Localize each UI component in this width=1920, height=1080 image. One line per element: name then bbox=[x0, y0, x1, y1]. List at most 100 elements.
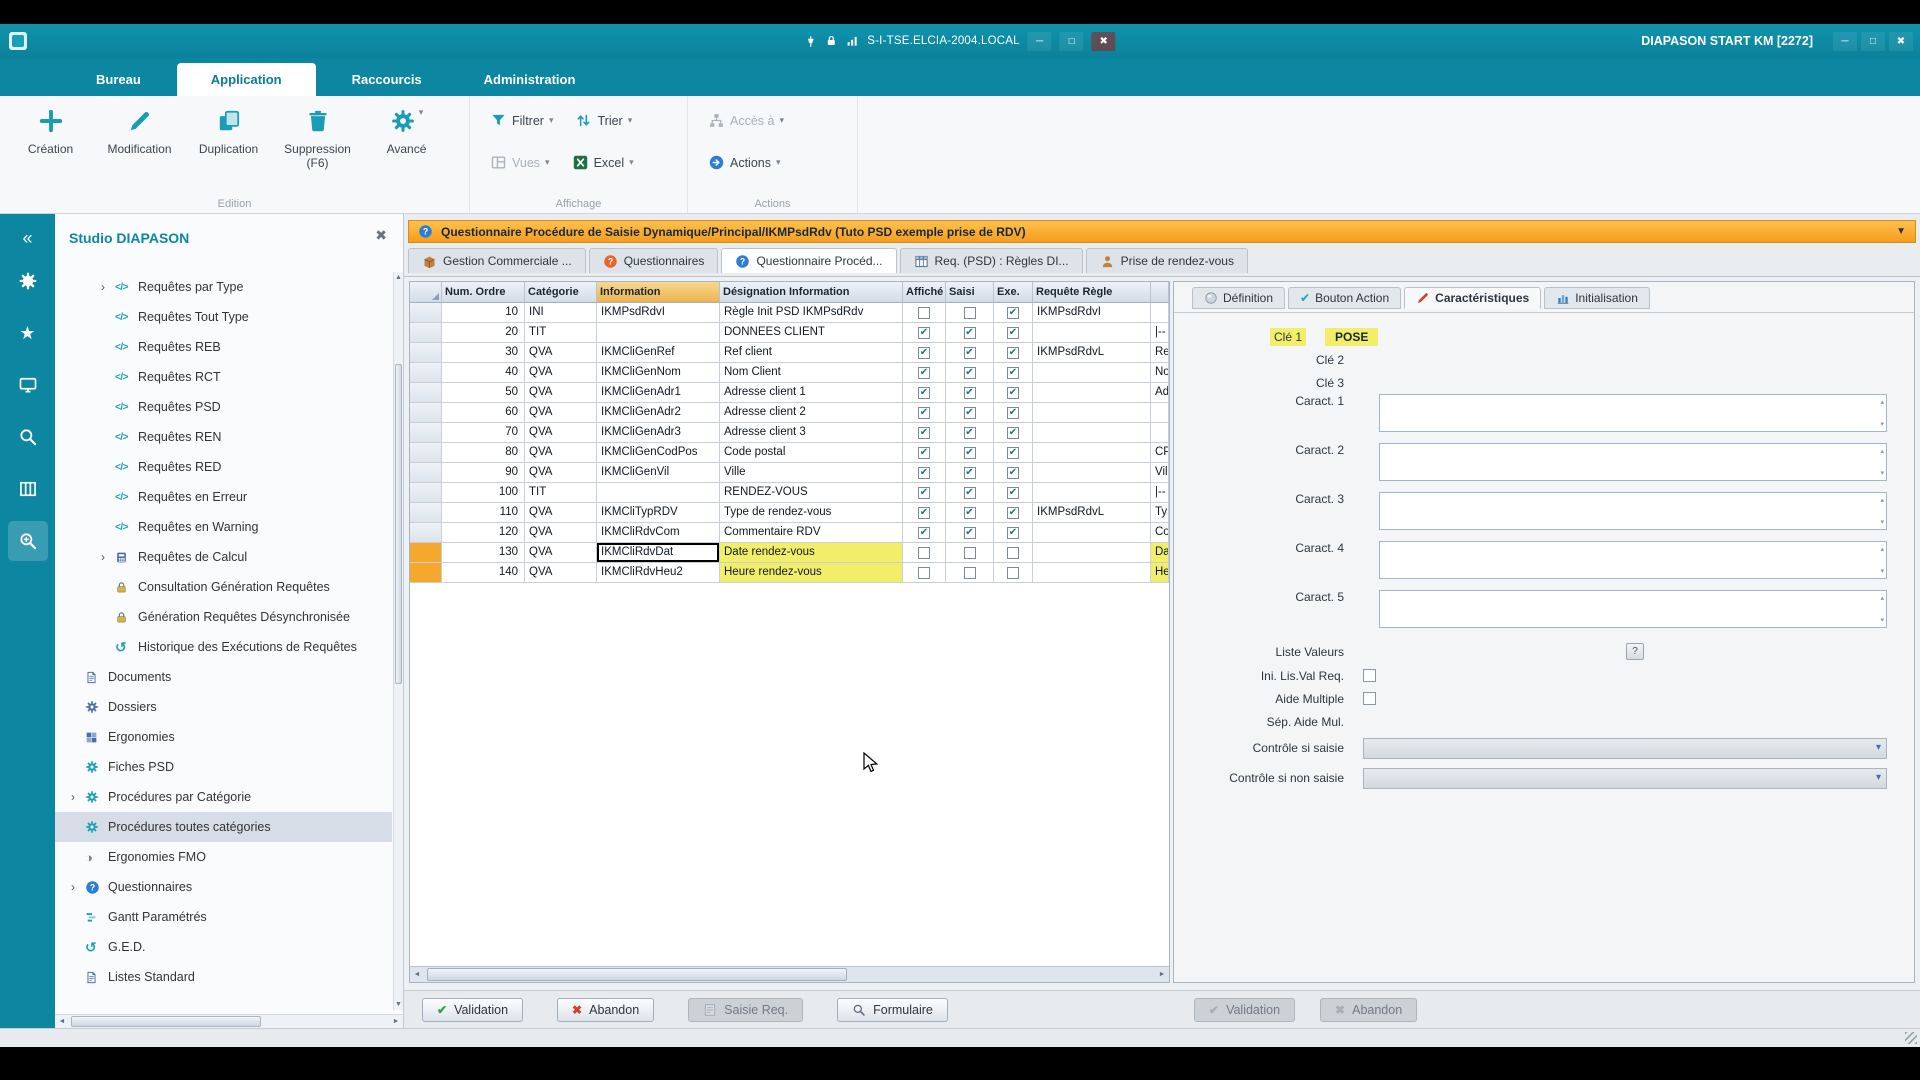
checkbox-checked[interactable]: ✔ bbox=[918, 486, 930, 499]
grid-cell-exe[interactable]: ✔ bbox=[994, 383, 1033, 403]
grid-cell-categorie[interactable]: QVA bbox=[525, 503, 597, 523]
checkbox-checked[interactable]: ✔ bbox=[963, 406, 976, 419]
grid-cell-aff[interactable]: ✔ bbox=[903, 443, 946, 463]
checkbox-checked[interactable]: ✔ bbox=[1007, 446, 1019, 459]
row-selector[interactable] bbox=[410, 523, 442, 543]
abandon-button[interactable]: ✖ Abandon bbox=[557, 997, 655, 1022]
row-selector[interactable] bbox=[410, 383, 442, 403]
grid-cell-aff[interactable] bbox=[903, 543, 946, 563]
grid-cell-extra[interactable]: Co bbox=[1151, 523, 1169, 543]
sidebar-item-requ-tes-tout-type[interactable]: </> Requêtes Tout Type bbox=[55, 302, 392, 332]
doc-tab-req-psd-r-gles-di[interactable]: Req. (PSD) : Règles DI... bbox=[899, 248, 1083, 273]
checkbox-unchecked[interactable] bbox=[1363, 669, 1376, 682]
grid-cell-regle[interactable] bbox=[1033, 363, 1151, 383]
row-selector[interactable] bbox=[410, 343, 442, 363]
grid-cell-aff[interactable]: ✔ bbox=[903, 383, 946, 403]
scroll-down-icon[interactable]: ▼ bbox=[394, 1001, 403, 1008]
grid-cell-categorie[interactable]: QVA bbox=[525, 423, 597, 443]
scroll-right-icon[interactable]: ► bbox=[389, 1015, 403, 1028]
checkbox-unchecked[interactable] bbox=[1007, 566, 1019, 579]
grid-corner-cell[interactable] bbox=[410, 282, 442, 303]
grid-cell-ordre[interactable]: 130 bbox=[442, 543, 525, 563]
menu-tab-raccourcis[interactable]: Raccourcis bbox=[326, 63, 448, 96]
checkbox-checked[interactable]: ✔ bbox=[1007, 506, 1019, 519]
grid-cell-information[interactable]: IKMCliTypRDV bbox=[597, 503, 720, 523]
scroll-thumb[interactable] bbox=[427, 968, 847, 981]
grid-cell-aff[interactable]: ✔ bbox=[903, 503, 946, 523]
grid-cell-sai[interactable]: ✔ bbox=[946, 483, 994, 503]
checkbox-unchecked[interactable] bbox=[1007, 546, 1019, 559]
grid-cell-regle[interactable]: IKMPsdRdvI bbox=[1033, 303, 1151, 323]
spin-down-icon[interactable]: ▾ bbox=[1880, 420, 1884, 428]
sidebar-item-documents[interactable]: Documents bbox=[55, 662, 392, 692]
checkbox-checked[interactable]: ✔ bbox=[963, 366, 976, 379]
excel-button[interactable]: Excel ▾ bbox=[572, 154, 634, 171]
checkbox-checked[interactable]: ✔ bbox=[963, 346, 976, 359]
sidebar-item-requ-tes-red[interactable]: </> Requêtes RED bbox=[55, 452, 392, 482]
row-selector[interactable] bbox=[410, 403, 442, 423]
text-area[interactable]: ▴ ▾ bbox=[1379, 443, 1887, 481]
rdp-close-button[interactable]: ✖ bbox=[1091, 31, 1116, 51]
sidebar-item-requ-tes-en-erreur[interactable]: </> Requêtes en Erreur bbox=[55, 482, 392, 512]
grid-cell-ordre[interactable]: 120 bbox=[442, 523, 525, 543]
grid-cell-categorie[interactable]: TIT bbox=[525, 483, 597, 503]
grid-cell-extra[interactable] bbox=[1151, 423, 1169, 443]
sidebar-item-listes-standard[interactable]: Listes Standard bbox=[55, 962, 392, 992]
column-header-d-signation-information[interactable]: Désignation Information bbox=[720, 282, 903, 303]
sidebar-item-g-n-ration-requ-tes-d-synchronis-e[interactable]: Génération Requêtes Désynchronisée bbox=[55, 602, 392, 632]
grid-cell-sai[interactable]: ✔ bbox=[946, 523, 994, 543]
row-selector[interactable] bbox=[410, 303, 442, 323]
cr-ation-button[interactable]: Création bbox=[6, 104, 95, 171]
column-header-num-ordre[interactable]: Num. Ordre bbox=[442, 282, 525, 303]
grid-cell-regle[interactable] bbox=[1033, 563, 1151, 583]
row-selector[interactable] bbox=[410, 363, 442, 383]
collapse-sidebar-icon[interactable]: « bbox=[22, 228, 32, 249]
sidebar-item-requ-tes-de-calcul[interactable]: › Requêtes de Calcul bbox=[55, 542, 392, 572]
sidebar-item-requ-tes-reb[interactable]: </> Requêtes REB bbox=[55, 332, 392, 362]
checkbox-checked[interactable]: ✔ bbox=[1007, 486, 1019, 499]
grid-cell-information[interactable]: IKMCliGenRef bbox=[597, 343, 720, 363]
spin-up-icon[interactable]: ▴ bbox=[1880, 398, 1884, 406]
spin-up-icon[interactable]: ▴ bbox=[1880, 447, 1884, 455]
vues-button[interactable]: Vues ▾ bbox=[490, 154, 550, 171]
grid-cell-information[interactable]: IKMCliRdvCom bbox=[597, 523, 720, 543]
grid-cell-ordre[interactable]: 70 bbox=[442, 423, 525, 443]
sidebar-item-requ-tes-psd[interactable]: </> Requêtes PSD bbox=[55, 392, 392, 422]
scroll-thumb[interactable] bbox=[71, 1016, 261, 1027]
sidebar-item-dossiers[interactable]: Dossiers bbox=[55, 692, 392, 722]
grid-cell-information[interactable]: IKMCliRdvHeu2 bbox=[597, 563, 720, 583]
grid-cell-regle[interactable] bbox=[1033, 403, 1151, 423]
row-selector[interactable] bbox=[410, 543, 442, 563]
grid-cell-extra[interactable]: No bbox=[1151, 363, 1169, 383]
columns-icon[interactable] bbox=[8, 469, 48, 509]
trier-button[interactable]: Trier ▾ bbox=[575, 112, 632, 129]
grid-cell-extra[interactable]: CP bbox=[1151, 443, 1169, 463]
grid-cell-sai[interactable]: ✔ bbox=[946, 443, 994, 463]
grid-cell-exe[interactable]: ✔ bbox=[994, 343, 1033, 363]
grid-cell-sai[interactable]: ✔ bbox=[946, 383, 994, 403]
grid-cell-extra[interactable]: Da bbox=[1151, 543, 1169, 563]
doc-tab-questionnaire-proc-d[interactable]: ? Questionnaire Procéd... bbox=[721, 248, 897, 273]
monitor-icon[interactable] bbox=[8, 365, 48, 405]
grid-cell-extra[interactable] bbox=[1151, 403, 1169, 423]
grid-cell-categorie[interactable]: QVA bbox=[525, 383, 597, 403]
grid-cell-designation[interactable]: Heure rendez-vous bbox=[720, 563, 903, 583]
sidebar-item-requ-tes-ren[interactable]: </> Requêtes REN bbox=[55, 422, 392, 452]
row-selector[interactable] bbox=[410, 423, 442, 443]
checkbox-checked[interactable]: ✔ bbox=[918, 346, 930, 359]
sidebar-item-consultation-g-n-ration-requ-tes[interactable]: Consultation Génération Requêtes bbox=[55, 572, 392, 602]
grid-cell-ordre[interactable]: 30 bbox=[442, 343, 525, 363]
checkbox-checked[interactable]: ✔ bbox=[1007, 406, 1019, 419]
grid-cell-categorie[interactable]: TIT bbox=[525, 323, 597, 343]
grid-cell-regle[interactable] bbox=[1033, 323, 1151, 343]
grid-cell-extra[interactable]: Ad bbox=[1151, 383, 1169, 403]
checkbox-checked[interactable]: ✔ bbox=[918, 326, 930, 339]
validation-button[interactable]: ✔ Validation bbox=[422, 997, 524, 1022]
doc-tab-questionnaires[interactable]: ? Questionnaires bbox=[588, 248, 719, 273]
grid-cell-extra[interactable]: |-- bbox=[1151, 323, 1169, 343]
sidebar-item-historique-des-ex-cutions-de-requ-tes[interactable]: ↺ Historique des Exécutions de Requêtes bbox=[55, 632, 392, 662]
help-button[interactable]: ? bbox=[1626, 643, 1644, 660]
grid-cell-information[interactable] bbox=[597, 323, 720, 343]
grid-cell-designation[interactable]: Ref client bbox=[720, 343, 903, 363]
sidebar-close-icon[interactable]: ✖ bbox=[375, 227, 387, 244]
